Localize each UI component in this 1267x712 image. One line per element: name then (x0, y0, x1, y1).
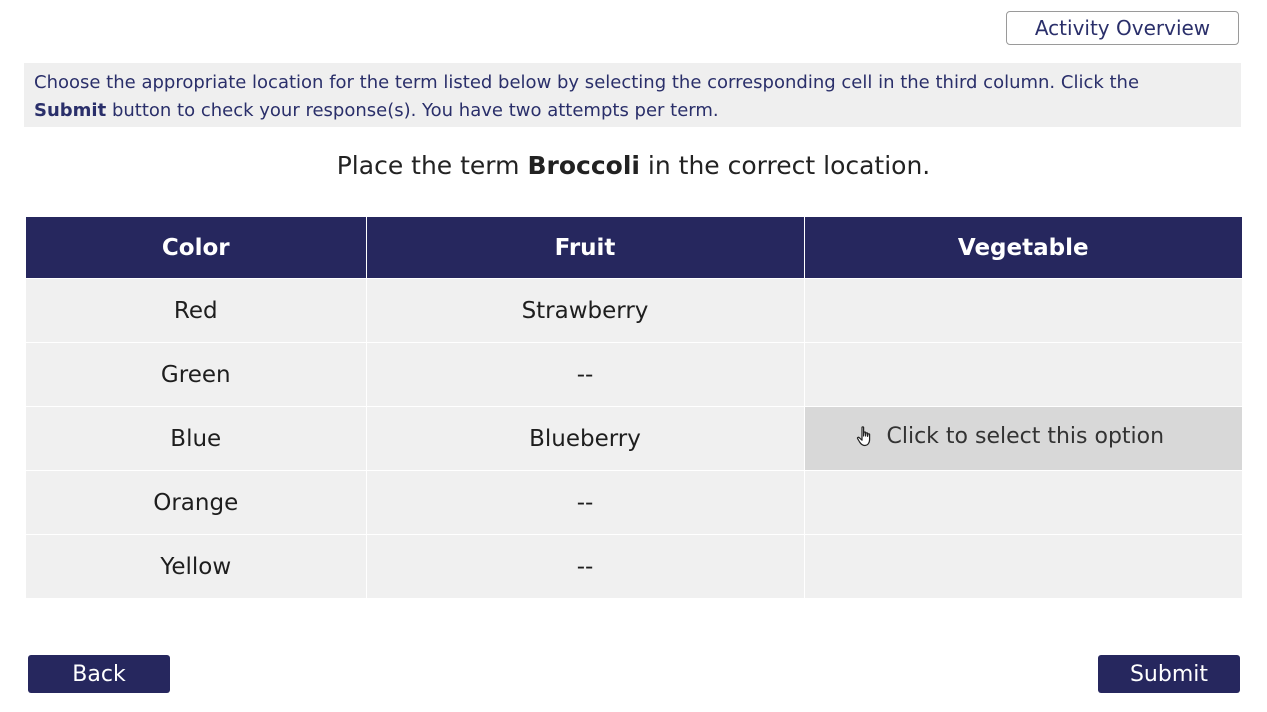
color-cell: Green (26, 342, 367, 407)
vegetable-option-cell[interactable] (804, 278, 1242, 343)
fruit-cell: Strawberry (366, 278, 805, 343)
instructions-panel: Choose the appropriate location for the … (24, 63, 1241, 127)
vegetable-option-cell[interactable] (804, 534, 1242, 598)
fruit-cell: Blueberry (366, 406, 805, 471)
table-row: Green -- (26, 342, 1242, 407)
prompt-term: Broccoli (527, 151, 640, 180)
header-vegetable: Vegetable (804, 217, 1242, 279)
color-cell: Red (26, 278, 367, 343)
activity-overview-button[interactable]: Activity Overview (1006, 11, 1239, 45)
vegetable-option-cell[interactable] (804, 470, 1242, 535)
table-row: Orange -- (26, 470, 1242, 535)
header-color: Color (26, 217, 367, 279)
question-prompt: Place the term Broccoli in the correct l… (0, 148, 1267, 184)
vegetable-option-cell[interactable] (804, 342, 1242, 407)
vegetable-option-cell-hovered[interactable]: Click to select this option (804, 406, 1242, 471)
color-cell: Orange (26, 470, 367, 535)
fruit-cell: -- (366, 342, 805, 407)
table-row: Blue Blueberry Click to select this opti… (26, 406, 1242, 471)
submit-button[interactable]: Submit (1098, 655, 1240, 693)
prompt-prefix: Place the term (336, 151, 520, 180)
fruit-cell: -- (366, 534, 805, 598)
instructions-text: Choose the appropriate location for the … (34, 72, 1140, 93)
categorization-table: Color Fruit Vegetable Red Strawberry Gre… (26, 217, 1242, 598)
fruit-cell: -- (366, 470, 805, 535)
table-row: Yellow -- (26, 534, 1242, 598)
color-cell: Blue (26, 406, 367, 471)
table-header-row: Color Fruit Vegetable (26, 217, 1242, 279)
instructions-submit-keyword: Submit (34, 100, 107, 121)
back-button[interactable]: Back (28, 655, 170, 693)
color-cell: Yellow (26, 534, 367, 598)
option-hint-text: Click to select this option (886, 423, 1165, 449)
header-fruit: Fruit (366, 217, 805, 279)
prompt-suffix: in the correct location. (647, 151, 931, 180)
instructions-text-continued: button to check your response(s). You ha… (111, 100, 719, 121)
option-hint: Click to select this option (855, 423, 1165, 449)
table-row: Red Strawberry (26, 278, 1242, 343)
hand-pointer-icon (855, 425, 875, 447)
